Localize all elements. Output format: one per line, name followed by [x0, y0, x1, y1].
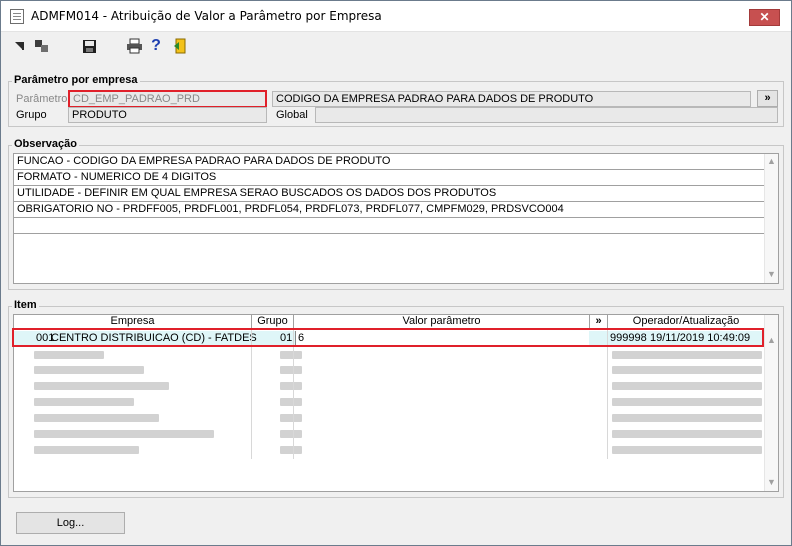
parametro-group-title: Parâmetro por empresa — [12, 74, 140, 86]
observacao-group-title: Observação — [12, 138, 79, 150]
observacao-list[interactable]: FUNCAO - CODIGO DA EMPRESA PADRAO PARA D… — [13, 153, 779, 284]
first-record-icon[interactable] — [11, 37, 29, 55]
app-window-icon — [10, 9, 24, 24]
table-row[interactable] — [14, 394, 765, 409]
row-valor-input[interactable]: 6 — [295, 331, 589, 346]
observacao-line — [14, 218, 765, 234]
scroll-down-icon[interactable]: ▼ — [767, 477, 776, 487]
column-header-grupo[interactable]: Grupo — [252, 315, 294, 329]
copy-icon[interactable] — [33, 37, 51, 55]
print-icon[interactable] — [125, 37, 143, 55]
parametro-field[interactable]: CD_EMP_PADRAO_PRD — [68, 90, 267, 108]
title-bar: ADMFM014 - Atribuição de Valor a Parâmet… — [1, 1, 791, 32]
log-button[interactable]: Log... — [16, 512, 125, 534]
table-row[interactable] — [14, 378, 765, 393]
row-operador: 999998 — [610, 332, 647, 344]
exit-icon[interactable] — [171, 37, 189, 55]
table-row[interactable] — [14, 410, 765, 425]
observacao-line: OBRIGATORIO NO - PRDFF005, PRDFL001, PRD… — [14, 202, 765, 218]
row-atualizacao: 19/11/2019 10:49:09 — [650, 332, 751, 344]
table-row[interactable] — [14, 426, 765, 441]
row-grupo: 01 — [280, 332, 293, 344]
parametro-description-field: CODIGO DA EMPRESA PADRAO PARA DADOS DE P… — [272, 91, 751, 107]
help-icon[interactable]: ? — [147, 37, 165, 55]
grupo-field: PRODUTO — [68, 107, 267, 123]
table-row-selected[interactable]: 001 CENTRO DISTRIBUICAO (CD) - FATDES 01… — [14, 331, 765, 346]
observacao-line: FORMATO - NUMERICO DE 4 DIGITOS — [14, 170, 765, 186]
column-header-operador[interactable]: Operador/Atualização — [608, 315, 765, 329]
column-header-expand[interactable]: » — [590, 315, 608, 329]
grupo-label: Grupo — [16, 109, 47, 121]
table-row[interactable] — [14, 347, 765, 362]
global-label: Global — [276, 109, 308, 121]
column-header-empresa[interactable]: Empresa — [14, 315, 252, 329]
toolbar: ? — [1, 33, 791, 61]
save-icon[interactable] — [80, 37, 98, 55]
close-button[interactable]: ✕ — [749, 9, 780, 26]
item-group-title: Item — [12, 299, 39, 311]
main-window: ADMFM014 - Atribuição de Valor a Parâmet… — [0, 0, 792, 546]
row-empresa: CENTRO DISTRIBUICAO (CD) - FATDES — [51, 332, 257, 344]
item-grid[interactable]: Empresa Grupo Valor parâmetro » Operador… — [13, 314, 779, 492]
scroll-up-icon[interactable]: ▲ — [767, 335, 776, 345]
table-row[interactable] — [14, 442, 765, 457]
parametro-label: Parâmetro — [16, 93, 68, 105]
scroll-down-icon[interactable]: ▼ — [767, 269, 776, 279]
parametro-expand-button[interactable]: » — [757, 90, 778, 107]
window-title: ADMFM014 - Atribuição de Valor a Parâmet… — [31, 9, 382, 23]
item-scrollbar[interactable]: ▲ ▼ — [764, 315, 778, 491]
scroll-up-icon[interactable]: ▲ — [767, 156, 776, 166]
observacao-line: FUNCAO - CODIGO DA EMPRESA PADRAO PARA D… — [14, 154, 765, 170]
observacao-scrollbar[interactable]: ▲ ▼ — [764, 154, 778, 283]
column-header-valor[interactable]: Valor parâmetro — [294, 315, 590, 329]
table-row[interactable] — [14, 362, 765, 377]
global-field — [315, 107, 778, 123]
observacao-line: UTILIDADE - DEFINIR EM QUAL EMPRESA SERA… — [14, 186, 765, 202]
